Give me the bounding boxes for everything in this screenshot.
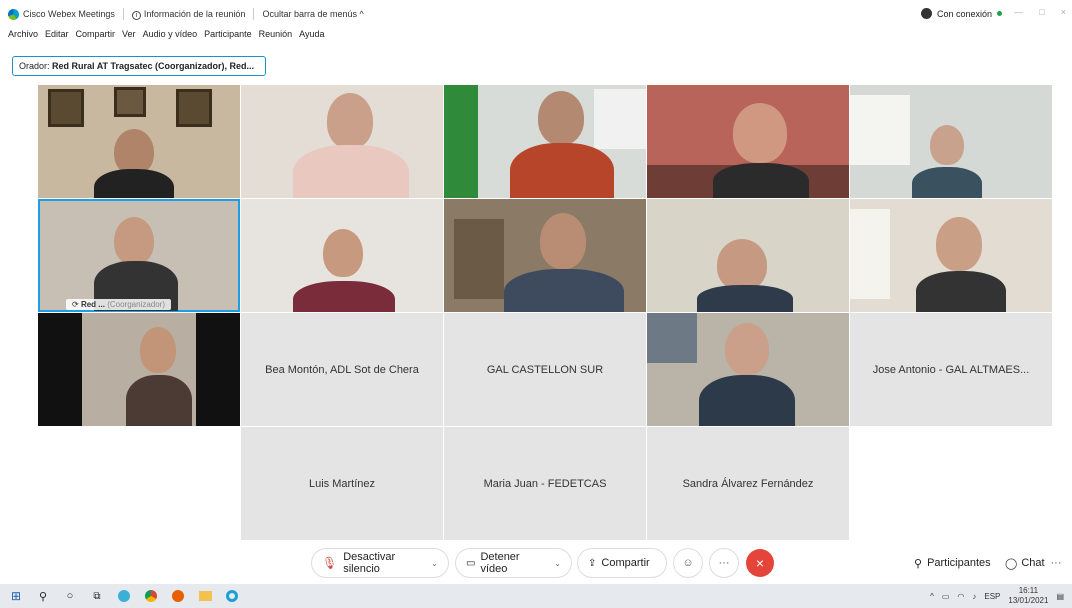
person-icon: ⚲ [914, 557, 923, 570]
camera-icon: ▭ [466, 557, 476, 569]
volume-icon[interactable]: ♪ [972, 592, 976, 601]
name-tile-bea[interactable]: Bea Montón, ADL Sot de Chera [241, 313, 443, 426]
video-tile[interactable] [241, 199, 443, 312]
hide-menu-link[interactable]: Ocultar barra de menús ^ [262, 9, 363, 19]
notifications-icon[interactable]: ▤ [1056, 592, 1064, 601]
microphone-muted-icon: 🎙 [322, 556, 338, 570]
speaker-name: Red Rural AT Tragsatec (Coorganizador), … [52, 61, 255, 71]
video-tile-active[interactable]: ⟳ Red ... (Coorganizador) [38, 199, 240, 312]
file-explorer-icon[interactable] [194, 585, 216, 607]
webex-logo-icon [8, 8, 19, 20]
video-tile[interactable] [850, 199, 1052, 312]
app-name: Cisco Webex Meetings [23, 9, 115, 19]
more-panels-button[interactable]: ··· [1042, 549, 1070, 577]
webex-taskbar-icon[interactable] [221, 585, 243, 607]
chat-bubble-icon: ◯ [1005, 557, 1018, 570]
smiley-icon: ☺ [682, 557, 694, 569]
menu-reunion[interactable]: Reunión [259, 29, 293, 39]
app-title: Cisco Webex Meetings [8, 8, 115, 20]
leave-meeting-button[interactable]: × [746, 549, 774, 577]
title-bar: Cisco Webex Meetings i Información de la … [0, 0, 1072, 28]
participant-tag: ⟳ Red ... (Coorganizador) [66, 299, 171, 310]
maximize-button[interactable]: □ [1039, 7, 1044, 17]
video-tile[interactable] [241, 85, 443, 198]
meeting-controls: 🎙 Desactivar silencio ⌄ ▭ Detener vídeo … [0, 548, 1072, 580]
minimize-button[interactable]: — [1014, 7, 1023, 17]
video-tile[interactable] [647, 313, 849, 426]
firefox-icon[interactable] [167, 585, 189, 607]
menu-editar[interactable]: Editar [45, 29, 69, 39]
show-hidden-icons-icon[interactable]: ^ [930, 592, 934, 601]
name-tile-maria[interactable]: Maria Juan - FEDETCAS [444, 427, 646, 540]
video-tile[interactable] [444, 199, 646, 312]
windows-start-icon[interactable]: ⊞ [5, 585, 27, 607]
chat-button[interactable]: ◯ Chat [995, 549, 1047, 577]
chevron-down-icon[interactable]: ⌄ [554, 559, 561, 568]
participant-name: GAL CASTELLON SUR [444, 313, 646, 426]
search-icon[interactable]: ⚲ [32, 585, 54, 607]
name-tile-jose[interactable]: Jose Antonio - GAL ALTMAES... [850, 313, 1052, 426]
window-controls: — □ × [1014, 7, 1066, 17]
video-tile[interactable] [647, 199, 849, 312]
name-tile-gal[interactable]: GAL CASTELLON SUR [444, 313, 646, 426]
participants-button[interactable]: ⚲ Participantes [904, 549, 992, 577]
reactions-button[interactable]: ☺ [674, 549, 702, 577]
menu-ayuda[interactable]: Ayuda [299, 29, 324, 39]
wifi-icon[interactable]: ◠ [957, 592, 964, 601]
video-tile[interactable] [647, 85, 849, 198]
clock[interactable]: 16:11 13/01/2021 [1008, 586, 1048, 606]
participant-name: Jose Antonio - GAL ALTMAES... [850, 313, 1052, 426]
participant-name: Sandra Álvarez Fernández [647, 427, 849, 540]
video-grid: ⟳ Red ... (Coorganizador) Bea Montón, AD… [38, 85, 1052, 541]
close-window-button[interactable]: × [1061, 7, 1066, 17]
edge-browser-icon[interactable] [113, 585, 135, 607]
mute-button[interactable]: 🎙 Desactivar silencio ⌄ [312, 549, 448, 577]
menu-bar: Archivo Editar Compartir Ver Audio y víd… [8, 29, 325, 39]
video-tile[interactable] [38, 313, 240, 426]
windows-taskbar: ⊞ ⚲ ○ ⧉ ^ ▭ ◠ ♪ ESP 16:11 13/01/2021 ▤ [0, 584, 1072, 608]
participant-name: Luis Martínez [241, 427, 443, 540]
video-tile[interactable] [38, 85, 240, 198]
connected-dot-icon [997, 11, 1003, 16]
close-icon: × [755, 555, 765, 571]
cortana-icon[interactable]: ○ [59, 585, 81, 607]
participant-name: Bea Montón, ADL Sot de Chera [241, 313, 443, 426]
menu-participante[interactable]: Participante [204, 29, 252, 39]
name-tile-luis[interactable]: Luis Martínez [241, 427, 443, 540]
video-tile[interactable] [850, 85, 1052, 198]
language-indicator[interactable]: ESP [984, 592, 1000, 601]
speaker-label[interactable]: Orador: Red Rural AT Tragsatec (Coorgani… [12, 56, 266, 76]
chevron-down-icon[interactable]: ⌄ [431, 559, 438, 568]
connection-icon [921, 8, 932, 19]
menu-compartir[interactable]: Compartir [76, 29, 116, 39]
tag-icon: ⟳ [72, 300, 81, 309]
meeting-info-link[interactable]: i Información de la reunión [131, 9, 245, 20]
menu-ver[interactable]: Ver [122, 29, 136, 39]
task-view-icon[interactable]: ⧉ [86, 585, 108, 607]
stop-video-button[interactable]: ▭ Detener vídeo ⌄ [456, 549, 571, 577]
chrome-icon[interactable] [140, 585, 162, 607]
share-button[interactable]: ⇪ Compartir [578, 549, 666, 577]
ellipsis-icon: ··· [718, 557, 730, 569]
menu-archivo[interactable]: Archivo [8, 29, 38, 39]
menu-audio-video[interactable]: Audio y vídeo [143, 29, 198, 39]
video-tile[interactable] [444, 85, 646, 198]
more-options-button[interactable]: ··· [710, 549, 738, 577]
name-tile-sandra[interactable]: Sandra Álvarez Fernández [647, 427, 849, 540]
connection-status[interactable]: Con conexión [921, 8, 1003, 19]
share-icon: ⇪ [588, 557, 597, 569]
info-icon: i [131, 10, 141, 20]
network-icon[interactable]: ▭ [942, 592, 950, 601]
ellipsis-icon: ··· [1050, 557, 1062, 569]
system-tray: ^ ▭ ◠ ♪ ESP 16:11 13/01/2021 ▤ [930, 586, 1064, 606]
participant-name: Maria Juan - FEDETCAS [444, 427, 646, 540]
